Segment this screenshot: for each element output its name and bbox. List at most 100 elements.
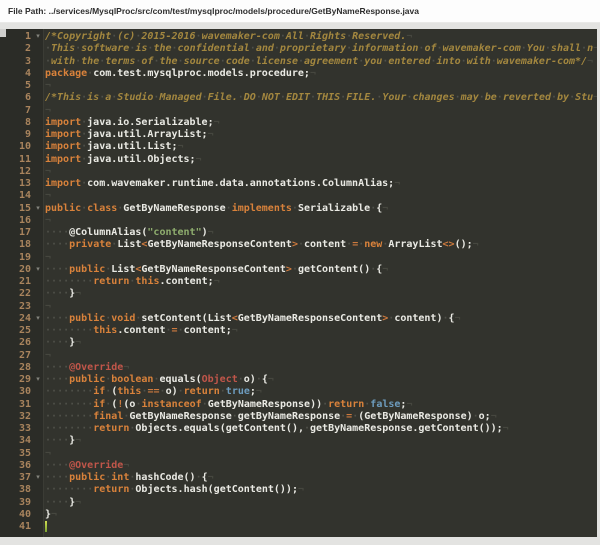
fold-toggle-icon[interactable]: ▾ [31,31,45,43]
fold-toggle-icon[interactable]: ▾ [31,472,45,484]
eol-marker: ¬ [75,288,81,299]
code-text: ········if·(this·==·o)·return·true;¬ [45,386,597,398]
code-line: 5¬ [0,80,597,92]
eol-marker: ¬ [45,448,51,459]
line-number: 37 [0,472,31,484]
fold-toggle-icon [31,288,45,300]
code-line: 2·This·software·is·the·confidential·and·… [0,43,597,55]
code-line: 3·with·the·terms·of·the·source·code·lice… [0,56,597,68]
code-line: 8import·java.io.Serializable;¬ [0,117,597,129]
code-text: ········return·this.content;¬ [45,276,597,288]
eol-marker: ¬ [382,264,388,275]
fold-toggle-icon [31,337,45,349]
fold-toggle-icon [31,215,45,227]
editor-corner-decoration [0,29,6,37]
fold-toggle-icon [31,325,45,337]
code-line: 31········if·(!(o·instanceof·GetByNameRe… [0,399,597,411]
line-number: 40 [0,509,31,521]
code-text: ¬ [45,190,597,202]
line-number: 28 [0,362,31,374]
code-text: ¬ [45,350,597,362]
eol-marker: ¬ [51,509,57,520]
eol-marker: ¬ [208,227,214,238]
fold-toggle-icon [31,448,45,460]
code-line: 39····}¬ [0,497,597,509]
code-line: 33 ········return·Objects.equals(getConte… [0,423,597,435]
fold-toggle-icon [31,154,45,166]
eol-marker: ¬ [587,56,593,67]
line-number: 35 [0,448,31,460]
code-line: 40 }¬ [0,509,597,521]
code-text: import·java.util.Objects;¬ [45,154,597,166]
eol-marker: ¬ [45,252,51,263]
code-line: 14 ¬ [0,190,597,202]
fold-toggle-icon [31,105,45,117]
line-number: 23 [0,301,31,313]
line-number: 36 [0,460,31,472]
fold-toggle-icon [31,386,45,398]
code-text: }¬ [45,509,597,521]
line-number: 39 [0,497,31,509]
fold-toggle-icon[interactable]: ▾ [31,264,45,276]
fold-toggle-icon [31,117,45,129]
code-text: ········return·Objects.hash(getContent()… [45,484,597,496]
line-number: 17 [0,227,31,239]
line-number: 33 [0,423,31,435]
eol-marker: ¬ [232,325,238,336]
code-text: ········return·Objects.equals(getContent… [45,423,597,435]
fold-toggle-icon [31,411,45,423]
code-line: 38········return·Objects.hash(getContent… [0,484,597,496]
code-editor[interactable]: 1▾/*Copyright·(c)·2015-2016·wavemaker-co… [0,29,597,537]
fold-toggle-icon[interactable]: ▾ [31,203,45,215]
line-number: 8 [0,117,31,129]
fold-toggle-icon [31,276,45,288]
eol-marker: ¬ [45,190,51,201]
code-line: 18····private·List<GetByNameResponseCont… [0,239,597,251]
line-number: 5 [0,80,31,92]
code-line: 9 import·java.util.ArrayList;¬ [0,129,597,141]
code-text: ¬ [45,215,597,227]
line-number: 2 [0,43,31,55]
code-line: 13import·com.wavemaker.runtime.data.anno… [0,178,597,190]
code-text: import·java.util.List;¬ [45,141,597,153]
eol-marker: ¬ [208,129,214,140]
code-text: ····public·void·setContent(List<GetByNam… [45,313,597,325]
eol-marker: ¬ [177,141,183,152]
code-line: 7¬ [0,105,597,117]
fold-toggle-icon [31,399,45,411]
line-number: 24 [0,313,31,325]
eol-marker: ¬ [455,313,461,324]
line-number: 16 [0,215,31,227]
fold-toggle-icon[interactable]: ▾ [31,313,45,325]
code-text: /*This·is·a·Studio·Managed·File.·DO·NOT·… [45,92,597,104]
line-number: 14 [0,190,31,202]
line-number: 34 [0,435,31,447]
line-number: 41 [0,521,31,533]
code-line: 16 ¬ [0,215,597,227]
code-text: public·class·GetByNameResponse·implement… [45,203,597,215]
eol-marker: ¬ [123,362,129,373]
fold-toggle-icon [31,497,45,509]
eol-marker: ¬ [491,411,497,422]
eol-marker: ¬ [196,154,202,165]
line-number: 30 [0,386,31,398]
code-text: package·com.test.mysqlproc.models.proced… [45,68,597,80]
code-text: ····}¬ [45,288,597,300]
code-text: ····}¬ [45,435,597,447]
code-text: /*Copyright·(c)·2015-2016·wavemaker-com·… [45,31,597,43]
eol-marker: ¬ [214,117,220,128]
line-number: 9 [0,129,31,141]
eol-marker: ¬ [406,399,412,410]
code-line: 30 ········if·(this·==·o)·return·true;¬ [0,386,597,398]
fold-toggle-icon[interactable]: ▾ [31,374,45,386]
line-number: 6 [0,92,31,104]
code-text: import·java.util.ArrayList;¬ [45,129,597,141]
fold-toggle-icon [31,423,45,435]
file-path-bar: File Path: ../services/MysqlProc/src/com… [0,0,600,23]
fold-toggle-icon [31,68,45,80]
line-number: 31 [0,399,31,411]
fold-toggle-icon [31,301,45,313]
line-number: 32 [0,411,31,423]
code-line: 41 [0,521,597,533]
fold-toggle-icon [31,129,45,141]
